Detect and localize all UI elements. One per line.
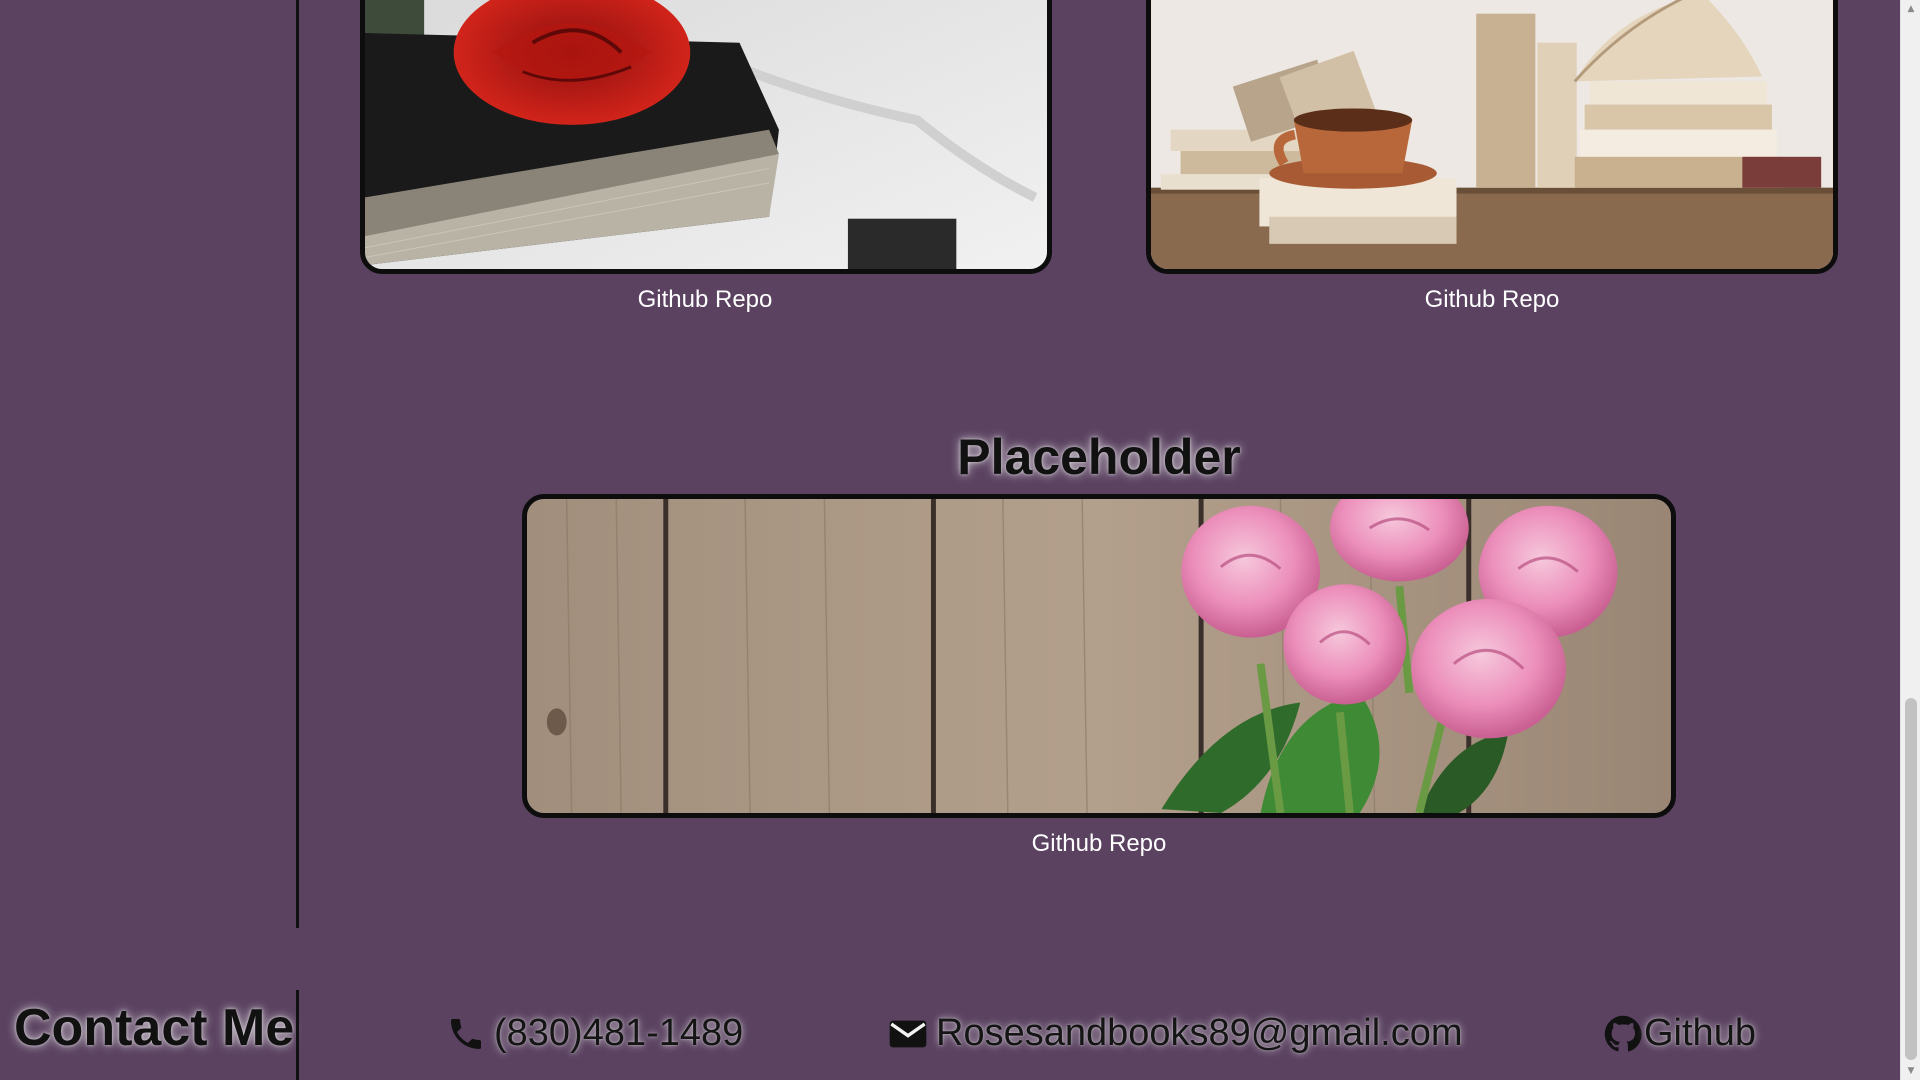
github-repo-link[interactable]: Github Repo xyxy=(560,286,850,314)
envelope-icon xyxy=(889,1020,927,1047)
phone-number: (830)481-1489 xyxy=(494,1012,744,1054)
project-image-pink-roses[interactable] xyxy=(522,494,1676,818)
scroll-down-icon[interactable]: ▼ xyxy=(1901,1062,1920,1080)
github-contact[interactable]: Github xyxy=(1604,1012,1756,1055)
github-repo-link[interactable]: Github Repo xyxy=(1347,286,1637,314)
email-address: Rosesandbooks89@gmail.com xyxy=(936,1012,1463,1054)
project-image-rose-book[interactable] xyxy=(360,0,1052,274)
github-repo-link[interactable]: Github Repo xyxy=(954,830,1244,858)
pink-roses-illustration xyxy=(527,499,1671,813)
email-contact[interactable]: Rosesandbooks89@gmail.com xyxy=(888,1012,1463,1055)
scroll-thumb[interactable] xyxy=(1905,698,1917,1060)
books-coffee-illustration xyxy=(1151,0,1833,269)
github-icon xyxy=(1604,1015,1642,1051)
contact-heading: Contact Me xyxy=(14,999,295,1057)
vertical-scrollbar[interactable]: ▲ ▼ xyxy=(1900,0,1920,1080)
project-title: Placeholder xyxy=(957,429,1241,485)
scroll-up-icon[interactable]: ▲ xyxy=(1901,0,1920,18)
footer-divider xyxy=(296,990,299,1080)
sidebar-divider xyxy=(296,0,299,928)
phone-contact[interactable]: (830)481-1489 xyxy=(446,1012,743,1055)
phone-icon xyxy=(451,1018,481,1049)
project-image-books-coffee[interactable] xyxy=(1146,0,1838,274)
rose-book-illustration xyxy=(365,0,1047,269)
github-link-label: Github xyxy=(1644,1012,1756,1054)
